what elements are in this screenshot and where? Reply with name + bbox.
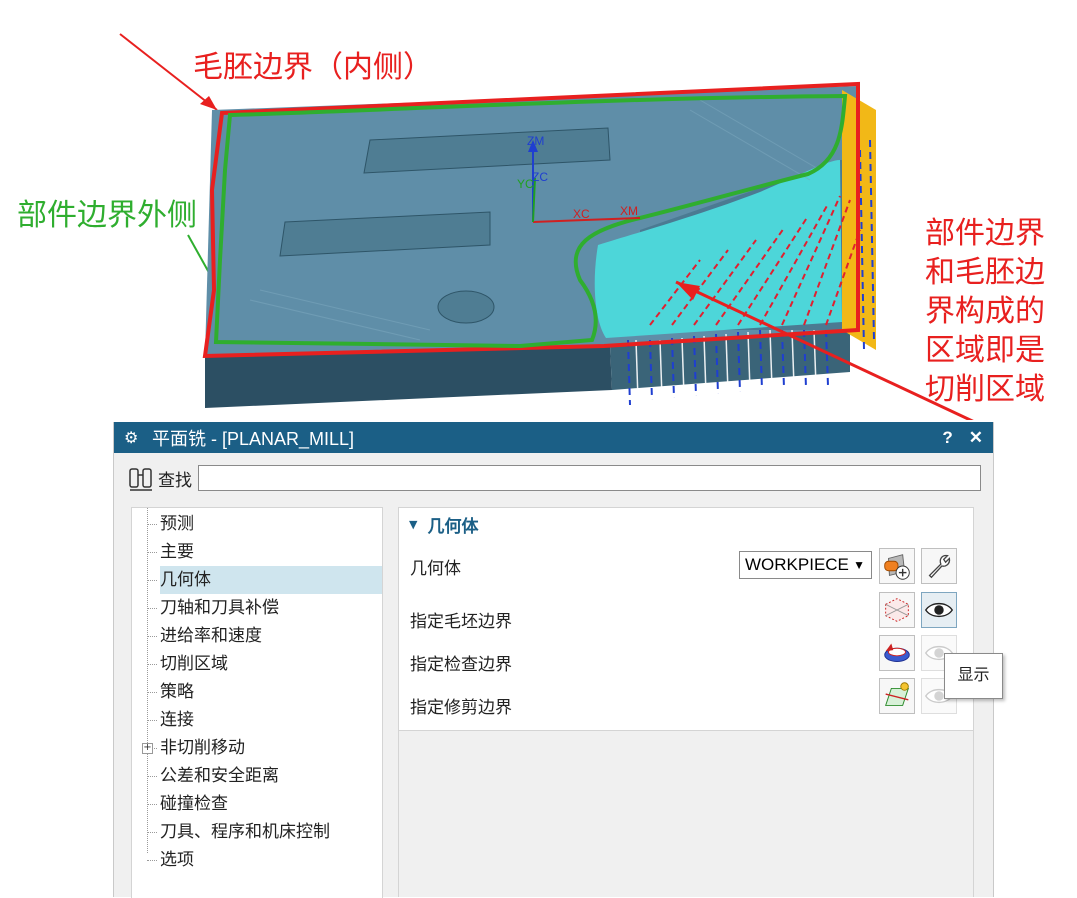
axis-xm-label: XM <box>620 204 638 218</box>
find-row: 查找 <box>126 462 981 494</box>
nav-item-label: 切削区域 <box>160 654 228 674</box>
nav-item-label: 碰撞检查 <box>160 794 228 814</box>
blank-boundary-label: 指定毛坯边界 <box>410 612 512 632</box>
specify-trim-boundary-button[interactable] <box>879 678 915 714</box>
dialog-titlebar[interactable]: ⚙ 平面铣 - [PLANAR_MILL] ? ✕ <box>114 422 993 453</box>
nav-item-feeds-speeds[interactable]: 进给率和速度 <box>132 622 382 650</box>
check-boundary-label: 指定检查边界 <box>410 655 512 675</box>
graphics-viewport[interactable]: ZM ZC YC XC XM 毛胚边界（内侧） 部件边界外侧 部件边界 和毛胚边… <box>0 0 1077 450</box>
axis-zm-label: ZM <box>527 134 544 148</box>
planar-mill-dialog: ⚙ 平面铣 - [PLANAR_MILL] ? ✕ 查找 预测 主要 几何体 刀… <box>113 422 994 898</box>
panel-empty-area <box>398 730 974 897</box>
trim-boundary-icon <box>885 682 909 706</box>
gear-icon: ⚙ <box>124 429 139 447</box>
nav-item-label: 选项 <box>160 850 194 870</box>
blank-boundary-annotation: 毛胚边界（内侧） <box>193 50 433 85</box>
chevron-down-icon: ▼ <box>853 558 865 572</box>
nav-item-cut-region[interactable]: 切削区域 <box>132 650 382 678</box>
new-geometry-icon <box>884 554 910 580</box>
axis-yc-label: YC <box>517 177 534 191</box>
new-geometry-button[interactable] <box>879 548 915 584</box>
find-label: 查找 <box>158 470 192 491</box>
nav-item-options[interactable]: 选项 <box>132 846 382 874</box>
display-blank-boundary-button[interactable] <box>921 592 957 628</box>
check-boundary-icon <box>884 643 910 662</box>
close-button[interactable]: ✕ <box>969 428 983 448</box>
nav-item-label: 几何体 <box>160 566 382 594</box>
nav-item-tolerances[interactable]: 公差和安全距离 <box>132 762 382 790</box>
expand-icon[interactable]: + <box>142 743 153 754</box>
section-title: 几何体 <box>427 516 479 537</box>
nav-item-label: 进给率和速度 <box>160 626 262 646</box>
eye-icon <box>924 602 954 618</box>
trim-boundary-label: 指定修剪边界 <box>410 698 512 718</box>
axis-xc-label: XC <box>573 207 590 221</box>
nav-item-machine-control[interactable]: 刀具、程序和机床控制 <box>132 818 382 846</box>
nav-item-label: 非切削移动 <box>160 738 245 758</box>
help-button[interactable]: ? <box>942 428 952 448</box>
find-input[interactable] <box>198 465 981 491</box>
nav-item-tool-axis[interactable]: 刀轴和刀具补偿 <box>132 594 382 622</box>
specify-blank-boundary-button[interactable] <box>879 592 915 628</box>
nav-item-label: 刀轴和刀具补偿 <box>160 598 279 618</box>
blank-boundary-icon <box>885 598 909 622</box>
geometry-select-value: WORKPIECE <box>745 555 849 574</box>
collapse-triangle-icon: ▼ <box>409 517 418 531</box>
geometry-select[interactable]: WORKPIECE ▼ <box>739 551 872 579</box>
dialog-title: 平面铣 - [PLANAR_MILL] <box>152 428 355 449</box>
nav-item-label: 刀具、程序和机床控制 <box>160 822 330 842</box>
cut-region-annotation-line: 界构成的 <box>925 294 1045 329</box>
specify-check-boundary-button[interactable] <box>879 635 915 671</box>
wrench-icon <box>928 554 951 579</box>
part-boundary-annotation: 部件边界外侧 <box>17 198 197 233</box>
nav-item-strategy[interactable]: 策略 <box>132 678 382 706</box>
navigation-tree: 预测 主要 几何体 刀轴和刀具补偿 进给率和速度 切削区域 策略 连接 + 非切… <box>131 507 383 898</box>
nav-item-label: 公差和安全距离 <box>160 766 279 786</box>
binoculars-icon <box>129 468 152 491</box>
geometry-label: 几何体 <box>410 559 461 579</box>
nav-item-label: 策略 <box>160 682 194 702</box>
nav-item-collision-check[interactable]: 碰撞检查 <box>132 790 382 818</box>
display-tooltip: 显示 <box>944 653 1003 699</box>
nav-item-label: 预测 <box>160 514 194 534</box>
nav-item-label: 连接 <box>160 710 194 730</box>
nav-item-main[interactable]: 主要 <box>132 538 382 566</box>
geometry-section-header[interactable]: ▼ 几何体 <box>399 508 973 540</box>
cut-region-annotation-line: 区域即是 <box>925 333 1045 368</box>
cut-region-annotation-line: 部件边界 <box>925 216 1045 251</box>
cut-region-annotation-line: 和毛胚边 <box>925 255 1045 290</box>
nav-item-non-cutting-moves[interactable]: + 非切削移动 <box>132 734 382 762</box>
nav-item-connections[interactable]: 连接 <box>132 706 382 734</box>
cut-region-annotation: 部件边界 和毛胚边 界构成的 区域即是 切削区域 <box>925 214 1045 409</box>
edit-geometry-button[interactable] <box>921 548 957 584</box>
nav-item-preview[interactable]: 预测 <box>132 510 382 538</box>
geometry-panel: ▼ 几何体 几何体 WORKPIECE ▼ 指定毛坯边界 指定检查边界 指定修剪… <box>398 507 974 731</box>
axis-zc-label: ZC <box>532 170 548 184</box>
nav-item-label: 主要 <box>160 542 194 562</box>
nav-item-geometry[interactable]: 几何体 <box>132 566 382 594</box>
cut-region-annotation-line: 切削区域 <box>925 372 1045 407</box>
